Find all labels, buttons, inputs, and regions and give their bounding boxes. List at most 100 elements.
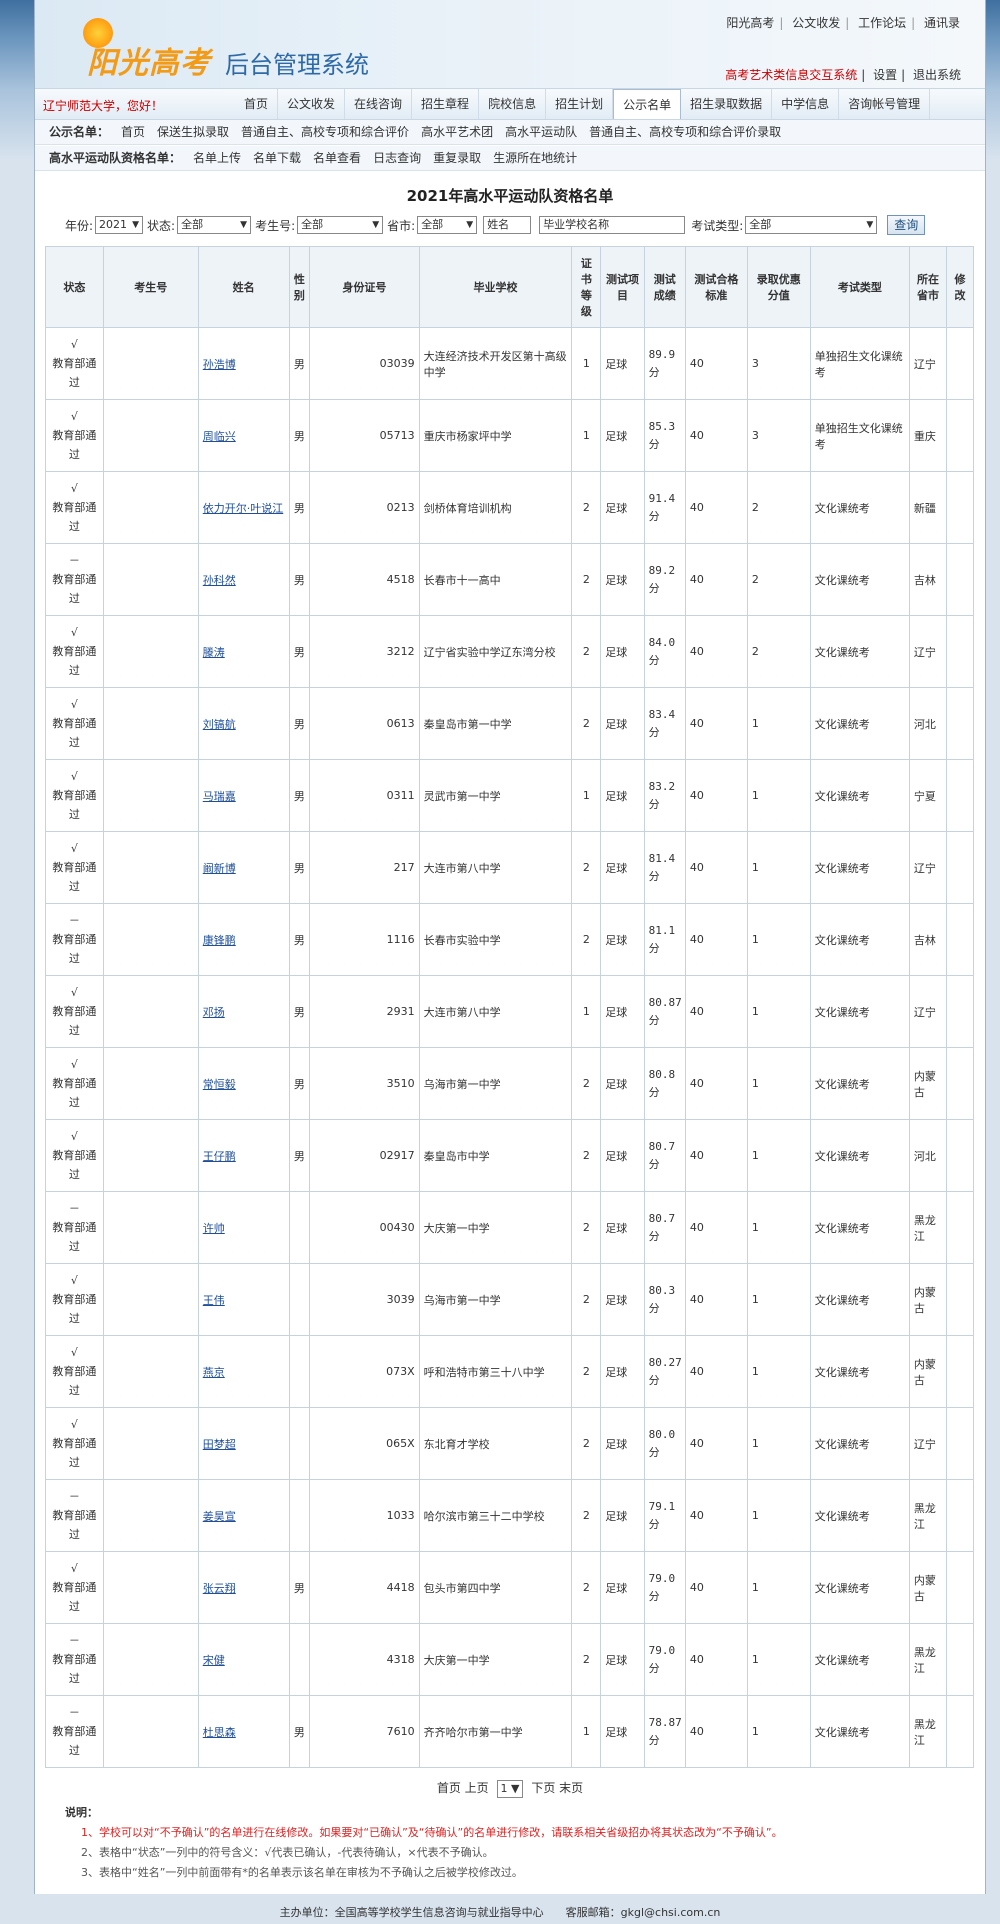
edit-cell[interactable] — [946, 543, 974, 616]
name-cell[interactable]: 姜昊宣 — [197, 1479, 290, 1552]
pager-prev[interactable]: 上页 — [465, 1781, 489, 1795]
nav-charter[interactable]: 招生章程 — [412, 89, 480, 119]
student-name-link[interactable]: 常恒毅 — [203, 1078, 236, 1091]
name-cell[interactable]: 王伟 — [197, 1263, 290, 1336]
link-documents[interactable]: 公文收发 — [787, 16, 845, 30]
edit-cell[interactable] — [946, 975, 974, 1048]
subnav2-download[interactable]: 名单下载 — [247, 151, 307, 165]
student-name-link[interactable]: 杜思森 — [203, 1726, 236, 1739]
name-cell[interactable]: 许帅 — [197, 1191, 290, 1264]
student-name-link[interactable]: 滕涛 — [203, 646, 225, 659]
student-name-link[interactable]: 阚新博 — [203, 862, 236, 875]
edit-cell[interactable] — [946, 831, 974, 904]
status-select[interactable]: 全部 ▼ — [177, 216, 252, 234]
province-select[interactable]: 全部 ▼ — [417, 216, 478, 234]
name-cell[interactable]: 滕涛 — [197, 615, 290, 688]
student-name-link[interactable]: 宋健 — [203, 1654, 225, 1667]
edit-cell[interactable] — [946, 1479, 974, 1552]
subnav-autonomous-admit[interactable]: 普通自主、高校专项和综合评价录取 — [583, 125, 787, 139]
edit-cell[interactable] — [946, 1551, 974, 1624]
student-name-link[interactable]: 田梦超 — [203, 1438, 236, 1451]
subnav2-duplicate[interactable]: 重复录取 — [427, 151, 487, 165]
nav-public-list[interactable]: 公示名单 — [613, 89, 682, 119]
year-select[interactable]: 2021 ▼ — [95, 216, 144, 234]
student-name-link[interactable]: 王伟 — [203, 1294, 225, 1307]
student-name-link[interactable]: 燕京 — [203, 1366, 225, 1379]
subnav2-view[interactable]: 名单查看 — [307, 151, 367, 165]
name-cell[interactable]: 杜思森 — [197, 1695, 290, 1768]
student-name-link[interactable]: 张云翔 — [203, 1582, 236, 1595]
link-contacts[interactable]: 通讯录 — [919, 16, 965, 30]
edit-cell[interactable] — [946, 759, 974, 832]
edit-cell[interactable] — [946, 1047, 974, 1120]
link-sunshine[interactable]: 阳光高考 — [721, 16, 779, 30]
name-cell[interactable]: 田梦超 — [197, 1407, 290, 1480]
pager-last[interactable]: 末页 — [559, 1781, 583, 1795]
student-name-link[interactable]: 周临兴 — [203, 430, 236, 443]
name-cell[interactable]: 孙浩博 — [197, 327, 290, 400]
nav-documents[interactable]: 公文收发 — [278, 89, 346, 119]
subnav-sports-team[interactable]: 高水平运动队 — [499, 125, 583, 139]
link-art-system[interactable]: 高考艺术类信息交互系统 — [721, 68, 861, 82]
nav-plan[interactable]: 招生计划 — [546, 89, 614, 119]
subnav2-log[interactable]: 日志查询 — [367, 151, 427, 165]
nav-account-manage[interactable]: 咨询帐号管理 — [839, 89, 931, 119]
nav-admission-data[interactable]: 招生录取数据 — [681, 89, 773, 119]
edit-cell[interactable] — [946, 1407, 974, 1480]
nav-consult[interactable]: 在线咨询 — [345, 89, 413, 119]
name-cell[interactable]: 阚新博 — [197, 831, 290, 904]
student-name-link[interactable]: 邓扬 — [203, 1006, 225, 1019]
query-button[interactable]: 查询 — [887, 215, 926, 235]
page-select[interactable]: 1 ▼ — [496, 1780, 524, 1798]
student-name-link[interactable]: 马瑞嘉 — [203, 790, 236, 803]
name-cell[interactable]: 宋健 — [197, 1623, 290, 1696]
nav-home[interactable]: 首页 — [235, 89, 279, 119]
name-cell[interactable]: 张云翔 — [197, 1551, 290, 1624]
link-settings[interactable]: 设置 — [869, 68, 901, 82]
student-name-link[interactable]: 依力开尔·叶说江 — [203, 502, 284, 515]
edit-cell[interactable] — [946, 1263, 974, 1336]
nav-school-info[interactable]: 院校信息 — [479, 89, 547, 119]
subnav-autonomous[interactable]: 普通自主、高校专项和综合评价 — [235, 125, 415, 139]
student-name-link[interactable]: 刘镐航 — [203, 718, 236, 731]
edit-cell[interactable] — [946, 687, 974, 760]
school-input[interactable]: 毕业学校名称 — [539, 216, 686, 234]
link-logout[interactable]: 退出系统 — [909, 68, 965, 82]
pager-first[interactable]: 首页 — [437, 1781, 461, 1795]
pager-next[interactable]: 下页 — [531, 1781, 555, 1795]
name-cell[interactable]: 王仔鹏 — [197, 1119, 290, 1192]
name-cell[interactable]: 马瑞嘉 — [197, 759, 290, 832]
ksh-select[interactable]: 全部 ▼ — [297, 216, 384, 234]
edit-cell[interactable] — [946, 1191, 974, 1264]
student-name-link[interactable]: 王仔鹏 — [203, 1150, 236, 1163]
student-name-link[interactable]: 许帅 — [203, 1222, 225, 1235]
student-name-link[interactable]: 康锋鹏 — [203, 934, 236, 947]
name-cell[interactable]: 刘镐航 — [197, 687, 290, 760]
exam-type-select[interactable]: 全部 ▼ — [745, 216, 878, 234]
subnav2-upload[interactable]: 名单上传 — [187, 151, 247, 165]
name-cell[interactable]: 燕京 — [197, 1335, 290, 1408]
subnav2-stats[interactable]: 生源所在地统计 — [487, 151, 583, 165]
name-cell[interactable]: 孙科然 — [197, 543, 290, 616]
name-cell[interactable]: 常恒毅 — [197, 1047, 290, 1120]
edit-cell[interactable] — [946, 903, 974, 976]
student-name-link[interactable]: 孙科然 — [203, 574, 236, 587]
link-forum[interactable]: 工作论坛 — [853, 16, 911, 30]
subnav-art-troupe[interactable]: 高水平艺术团 — [415, 125, 499, 139]
nav-middle-school[interactable]: 中学信息 — [772, 89, 840, 119]
subnav-recommend[interactable]: 保送生拟录取 — [151, 125, 235, 139]
name-cell[interactable]: 依力开尔·叶说江 — [197, 471, 290, 544]
edit-cell[interactable] — [946, 1623, 974, 1696]
edit-cell[interactable] — [946, 615, 974, 688]
name-input[interactable]: 姓名 — [483, 216, 532, 234]
student-name-link[interactable]: 姜昊宣 — [203, 1510, 236, 1523]
edit-cell[interactable] — [946, 1335, 974, 1408]
name-cell[interactable]: 邓扬 — [197, 975, 290, 1048]
name-cell[interactable]: 周临兴 — [197, 399, 290, 472]
edit-cell[interactable] — [946, 327, 974, 400]
edit-cell[interactable] — [946, 399, 974, 472]
student-name-link[interactable]: 孙浩博 — [203, 358, 236, 371]
subnav-home[interactable]: 首页 — [115, 125, 151, 139]
edit-cell[interactable] — [946, 1119, 974, 1192]
edit-cell[interactable] — [946, 471, 974, 544]
